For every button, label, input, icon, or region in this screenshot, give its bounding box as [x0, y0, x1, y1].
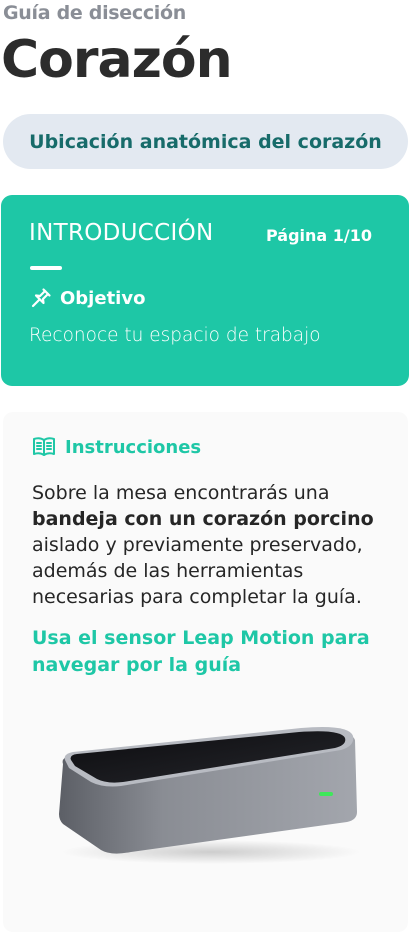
page-indicator: Página 1/10 — [265, 226, 372, 245]
leap-motion-sensor-image — [59, 727, 361, 864]
book-icon — [32, 436, 56, 458]
instructions-text-bold: bandeja con un corazón porcino — [32, 508, 374, 530]
instructions-text-start: Sobre la mesa encontrarás una — [32, 482, 330, 504]
guide-subtitle: Guía de disección — [3, 2, 186, 24]
section-pill-button[interactable]: Ubicación anatómica del corazón — [3, 114, 408, 169]
intro-card: INTRODUCCIÓN Página 1/10 Objetivo Recono… — [1, 195, 409, 386]
intro-heading: INTRODUCCIÓN — [29, 220, 214, 246]
objective-text: Reconoce tu espacio de trabajo — [29, 325, 321, 346]
objective-label: Objetivo — [60, 287, 146, 309]
objective-row: Objetivo — [29, 286, 145, 310]
instructions-text: Sobre la mesa encontrarás una bandeja co… — [32, 480, 392, 610]
page-title: Corazón — [1, 30, 233, 90]
instructions-text-end: aislado y previamente preservado, además… — [32, 534, 363, 608]
heading-underline — [30, 266, 62, 270]
pin-icon — [29, 286, 53, 310]
section-pill-label: Ubicación anatómica del corazón — [29, 130, 382, 153]
instructions-card: Instrucciones Sobre la mesa encontrarás … — [3, 412, 408, 932]
instructions-label: Instrucciones — [65, 436, 202, 458]
instructions-header: Instrucciones — [32, 436, 201, 458]
leap-motion-hint: Usa el sensor Leap Motion para navegar p… — [32, 627, 370, 676]
